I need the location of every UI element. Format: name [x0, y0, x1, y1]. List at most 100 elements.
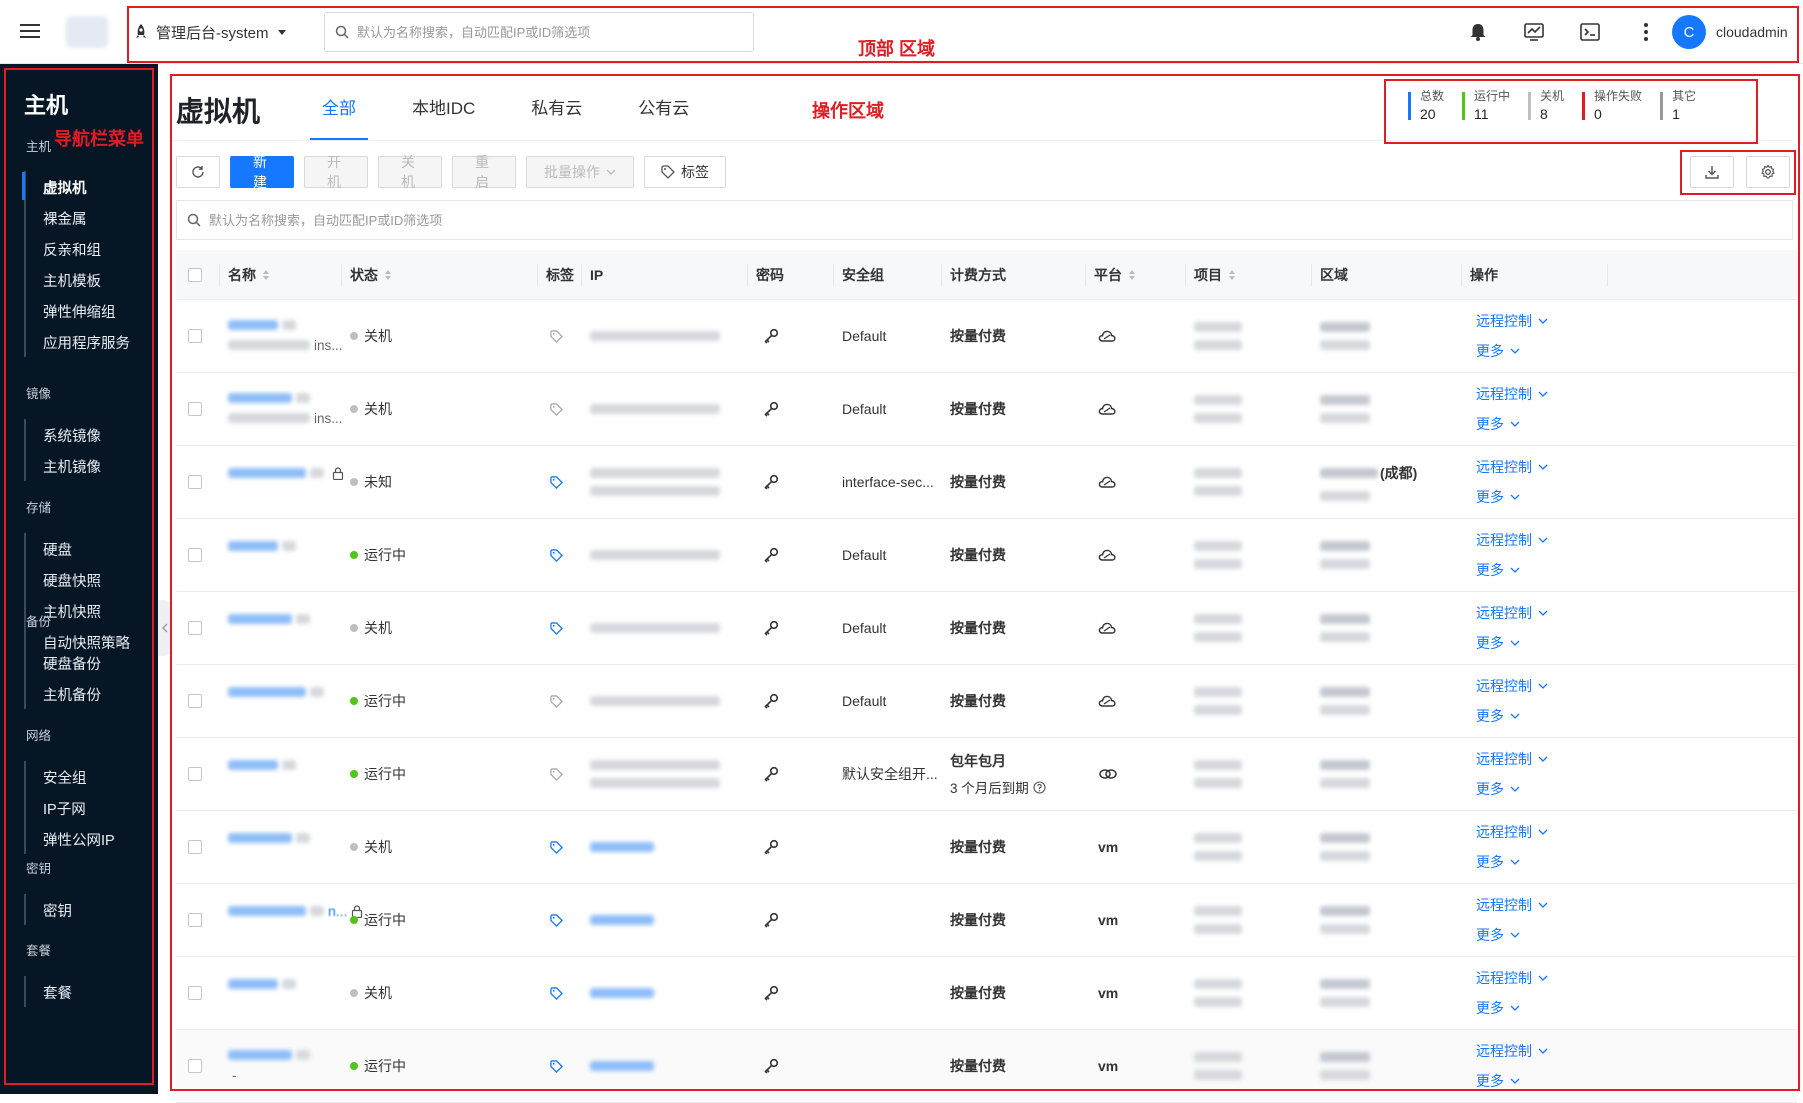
- table-row[interactable]: 关机 按量付费 vm 远程控制 更多: [176, 957, 1797, 1030]
- sidebar-item[interactable]: 硬盘快照: [43, 570, 101, 591]
- sidebar-collapse-handle[interactable]: [158, 600, 172, 656]
- sort-icon[interactable]: [1128, 269, 1136, 281]
- sidebar-item[interactable]: 虚拟机: [43, 177, 87, 198]
- sidebar-item[interactable]: 硬盘: [43, 539, 72, 560]
- stat-item[interactable]: 其它 1: [1660, 88, 1696, 124]
- tag-button[interactable]: 标签: [644, 156, 726, 188]
- key-icon[interactable]: [762, 911, 780, 929]
- table-row[interactable]: 未知 interface-sec... 按量付费 (成都) 远程控制 更多: [176, 446, 1797, 519]
- sidebar-item[interactable]: 弹性公网IP: [43, 829, 115, 850]
- table-row[interactable]: 运行中 默认安全组开... 包年包月 3 个月后到期 远程控制 更多: [176, 738, 1797, 811]
- restart-button[interactable]: 重启: [452, 154, 516, 190]
- row-checkbox[interactable]: [188, 694, 202, 708]
- security-group[interactable]: 默认安全组开...: [842, 764, 938, 784]
- question-icon[interactable]: [1033, 780, 1046, 794]
- tab[interactable]: 公有云: [610, 78, 717, 140]
- remote-control-button[interactable]: 远程控制: [1476, 895, 1548, 915]
- sort-icon[interactable]: [1228, 269, 1236, 281]
- remote-control-button[interactable]: 远程控制: [1476, 676, 1548, 696]
- create-button[interactable]: 新建: [230, 154, 294, 190]
- more-button[interactable]: 更多: [1476, 1071, 1548, 1091]
- remote-control-button[interactable]: 远程控制: [1476, 749, 1548, 769]
- copy-icon[interactable]: [296, 1049, 310, 1060]
- key-icon[interactable]: [762, 327, 780, 345]
- row-checkbox[interactable]: [188, 548, 202, 562]
- column-header[interactable]: 名称: [220, 250, 342, 299]
- vm-name-link[interactable]: [228, 392, 292, 403]
- row-checkbox[interactable]: [188, 329, 202, 343]
- vm-name-link[interactable]: [228, 979, 278, 989]
- refresh-button[interactable]: [176, 156, 220, 188]
- tag-icon[interactable]: [550, 621, 563, 635]
- stop-button[interactable]: 关机: [378, 154, 442, 190]
- table-row[interactable]: 关机 Default 按量付费 远程控制 更多: [176, 592, 1797, 665]
- vm-name-link[interactable]: [228, 1049, 292, 1060]
- sidebar-item[interactable]: 密钥: [43, 900, 72, 921]
- key-icon[interactable]: [762, 619, 780, 637]
- column-header[interactable]: 项目: [1186, 250, 1312, 299]
- more-button[interactable]: 更多: [1476, 487, 1548, 507]
- sort-icon[interactable]: [384, 269, 392, 281]
- tab[interactable]: 私有云: [503, 78, 610, 140]
- batch-operation-button[interactable]: 批量操作: [526, 156, 634, 188]
- more-vertical-icon[interactable]: [1630, 16, 1662, 48]
- key-icon[interactable]: [762, 1057, 780, 1075]
- table-row[interactable]: ins... 关机 Default 按量付费 远程控制 更多: [176, 373, 1797, 446]
- row-checkbox[interactable]: [188, 913, 202, 927]
- security-group[interactable]: Default: [842, 620, 886, 636]
- ip-link[interactable]: [590, 988, 654, 998]
- more-button[interactable]: 更多: [1476, 560, 1548, 580]
- sidebar-item[interactable]: 裸金属: [43, 208, 87, 229]
- copy-icon[interactable]: [282, 541, 296, 551]
- table-row[interactable]: 运行中 Default 按量付费 远程控制 更多: [176, 519, 1797, 592]
- copy-icon[interactable]: [282, 319, 296, 330]
- key-icon[interactable]: [762, 984, 780, 1002]
- copy-icon[interactable]: [282, 760, 296, 770]
- ip-link[interactable]: [590, 842, 654, 852]
- sidebar-item[interactable]: IP子网: [43, 798, 86, 819]
- vm-name-link[interactable]: [228, 614, 292, 624]
- tab[interactable]: 全部: [294, 78, 384, 140]
- key-icon[interactable]: [762, 838, 780, 856]
- table-row[interactable]: n... 运行中 按量付费 vm 远程控制 更多: [176, 884, 1797, 957]
- tag-icon[interactable]: [550, 913, 563, 927]
- stat-item[interactable]: 运行中 11: [1462, 88, 1510, 124]
- more-button[interactable]: 更多: [1476, 633, 1548, 653]
- remote-control-button[interactable]: 远程控制: [1476, 1041, 1548, 1061]
- tag-icon[interactable]: [550, 1059, 563, 1073]
- more-button[interactable]: 更多: [1476, 998, 1548, 1018]
- hamburger-menu-icon[interactable]: [18, 20, 42, 44]
- tag-icon[interactable]: [550, 329, 563, 343]
- sidebar-item[interactable]: 系统镜像: [43, 425, 101, 446]
- sidebar-item[interactable]: 应用程序服务: [43, 332, 130, 353]
- table-row[interactable]: 关机 按量付费 vm 远程控制 更多: [176, 811, 1797, 884]
- app-logo[interactable]: [66, 16, 108, 48]
- security-group[interactable]: interface-sec...: [842, 474, 934, 490]
- column-header[interactable]: 平台: [1086, 250, 1186, 299]
- copy-icon[interactable]: [282, 979, 296, 989]
- tag-icon[interactable]: [550, 694, 563, 708]
- row-checkbox[interactable]: [188, 986, 202, 1000]
- table-search-input[interactable]: [209, 212, 1792, 228]
- settings-button[interactable]: [1746, 156, 1790, 188]
- download-button[interactable]: [1690, 156, 1734, 188]
- terminal-icon[interactable]: [1574, 16, 1606, 48]
- remote-control-button[interactable]: 远程控制: [1476, 968, 1548, 988]
- more-button[interactable]: 更多: [1476, 852, 1548, 872]
- row-checkbox[interactable]: [188, 475, 202, 489]
- table-search[interactable]: [176, 200, 1793, 240]
- row-checkbox[interactable]: [188, 402, 202, 416]
- project-selector[interactable]: 管理后台-system: [134, 20, 287, 44]
- copy-icon[interactable]: [296, 614, 310, 624]
- start-button[interactable]: 开机: [304, 154, 368, 190]
- remote-control-button[interactable]: 远程控制: [1476, 822, 1548, 842]
- sidebar-item[interactable]: 主机备份: [43, 684, 101, 705]
- table-row[interactable]: 运行中 Default 按量付费 远程控制 更多: [176, 665, 1797, 738]
- tag-icon[interactable]: [550, 475, 563, 489]
- sort-icon[interactable]: [262, 269, 270, 281]
- select-all-checkbox[interactable]: [188, 267, 202, 282]
- remote-control-button[interactable]: 远程控制: [1476, 457, 1548, 477]
- copy-icon[interactable]: [296, 833, 310, 843]
- stat-item[interactable]: 关机 8: [1528, 88, 1564, 124]
- row-checkbox[interactable]: [188, 621, 202, 635]
